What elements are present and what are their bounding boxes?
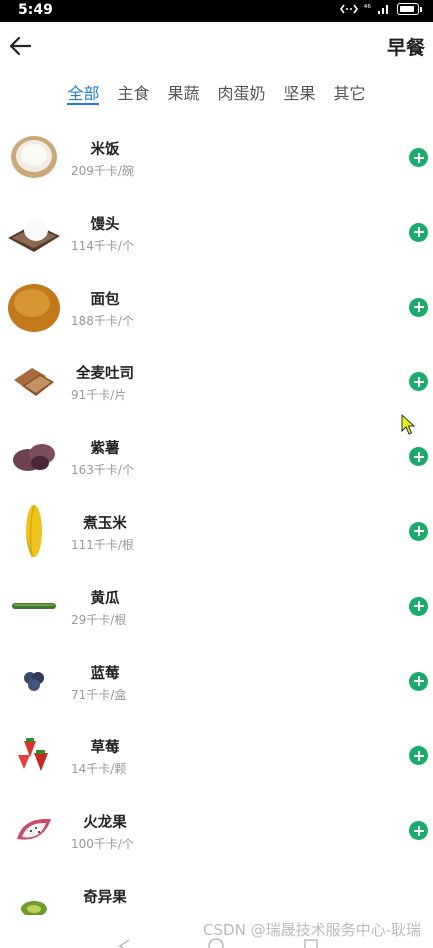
purple-potato-icon bbox=[6, 429, 62, 483]
food-name: 火龙果 bbox=[83, 815, 127, 832]
food-calories: 114千卡/个 bbox=[71, 238, 134, 253]
mouse-cursor-icon bbox=[401, 414, 416, 435]
food-calories: 111千卡/根 bbox=[71, 537, 134, 552]
nfc-icon bbox=[339, 4, 358, 14]
food-name: 馒头 bbox=[90, 216, 120, 233]
food-name: 煮玉米 bbox=[83, 515, 127, 532]
blueberry-icon bbox=[6, 654, 62, 708]
food-item[interactable]: 紫薯 163千卡/个 bbox=[0, 419, 433, 494]
food-name: 米饭 bbox=[90, 142, 120, 158]
corn-icon bbox=[6, 504, 62, 558]
rice-bowl-icon bbox=[6, 130, 62, 184]
toast-icon bbox=[6, 354, 62, 408]
add-food-button[interactable] bbox=[409, 821, 428, 841]
add-food-button[interactable] bbox=[409, 746, 428, 766]
tab-4[interactable]: 坚果 bbox=[275, 70, 325, 114]
nav-recent-icon bbox=[304, 939, 318, 948]
dragon-fruit-icon bbox=[6, 803, 62, 857]
steamed-bun-icon bbox=[6, 205, 62, 259]
tab-1[interactable]: 主食 bbox=[108, 70, 158, 114]
header: 早餐 bbox=[0, 22, 433, 70]
food-calories: 188千卡/个 bbox=[71, 313, 134, 328]
food-item[interactable]: 蓝莓 71千卡/盒 bbox=[0, 644, 433, 719]
add-food-button[interactable] bbox=[409, 297, 428, 317]
page-title: 早餐 bbox=[386, 37, 425, 59]
category-tabs: 全部 主食 果蔬 肉蛋奶 坚果 其它 bbox=[0, 70, 433, 114]
tab-2[interactable]: 果蔬 bbox=[158, 70, 208, 114]
food-calories: 100千卡/个 bbox=[71, 837, 134, 852]
signal-icon bbox=[378, 5, 388, 14]
nav-bar bbox=[118, 938, 318, 948]
food-item[interactable]: 面包 188千卡/个 bbox=[0, 270, 433, 345]
tab-3[interactable]: 肉蛋奶 bbox=[209, 70, 275, 114]
food-calories: 91千卡/片 bbox=[71, 388, 127, 403]
kiwi-icon bbox=[6, 878, 62, 932]
food-name: 面包 bbox=[90, 291, 120, 308]
back-button[interactable] bbox=[6, 30, 38, 62]
strawberry-icon bbox=[6, 728, 62, 782]
nav-home-icon bbox=[208, 938, 224, 948]
signal-label: ⁴⁶ bbox=[363, 4, 371, 14]
food-calories: 29千卡/根 bbox=[71, 612, 127, 627]
food-name: 奇异果 bbox=[83, 889, 127, 906]
food-name: 蓝莓 bbox=[90, 665, 120, 682]
bread-icon bbox=[6, 280, 62, 334]
food-item[interactable]: 草莓 14千卡/颗 bbox=[0, 718, 433, 793]
tab-5[interactable]: 其它 bbox=[325, 70, 375, 114]
food-calories: 163千卡/个 bbox=[71, 463, 134, 478]
add-food-button[interactable] bbox=[409, 447, 428, 467]
tab-0[interactable]: 全部 bbox=[58, 70, 108, 114]
food-item[interactable]: 馒头 114千卡/个 bbox=[0, 195, 433, 270]
cucumber-icon bbox=[6, 579, 62, 633]
status-icons: ⁴⁶ bbox=[339, 3, 422, 15]
add-food-button[interactable] bbox=[409, 148, 428, 167]
food-name: 黄瓜 bbox=[90, 590, 120, 607]
nav-back-icon bbox=[118, 939, 130, 948]
add-food-button[interactable] bbox=[409, 372, 428, 392]
food-item[interactable]: 煮玉米 111千卡/根 bbox=[0, 494, 433, 569]
food-item[interactable]: 火龙果 100千卡/个 bbox=[0, 793, 433, 868]
food-calories: 71千卡/盒 bbox=[71, 687, 127, 702]
food-list: 米饭 209千卡/碗 馒头 114千卡/个 面包 188千卡/个 全麦吐司 91千卡/片紫薯 1… bbox=[0, 120, 433, 943]
food-name: 紫薯 bbox=[90, 441, 120, 458]
status-time: 5:49 bbox=[18, 2, 53, 18]
status-bar: 5:49 ⁴⁶ bbox=[0, 0, 433, 22]
food-calories: 209千卡/碗 bbox=[71, 164, 134, 178]
add-food-button[interactable] bbox=[409, 671, 428, 691]
food-item[interactable]: 米饭 209千卡/碗 bbox=[0, 120, 433, 195]
arrow-left-icon bbox=[9, 36, 32, 56]
food-name: 草莓 bbox=[90, 740, 120, 757]
battery-icon bbox=[397, 3, 422, 15]
food-item[interactable]: 黄瓜 29千卡/根 bbox=[0, 569, 433, 644]
food-calories: 14千卡/颗 bbox=[71, 762, 127, 777]
add-food-button[interactable] bbox=[409, 521, 428, 541]
add-food-button[interactable] bbox=[409, 222, 428, 242]
food-name: 全麦吐司 bbox=[76, 366, 134, 383]
food-item[interactable]: 全麦吐司 91千卡/片 bbox=[0, 344, 433, 419]
battery-fill bbox=[399, 5, 414, 12]
add-food-button[interactable] bbox=[409, 596, 428, 616]
